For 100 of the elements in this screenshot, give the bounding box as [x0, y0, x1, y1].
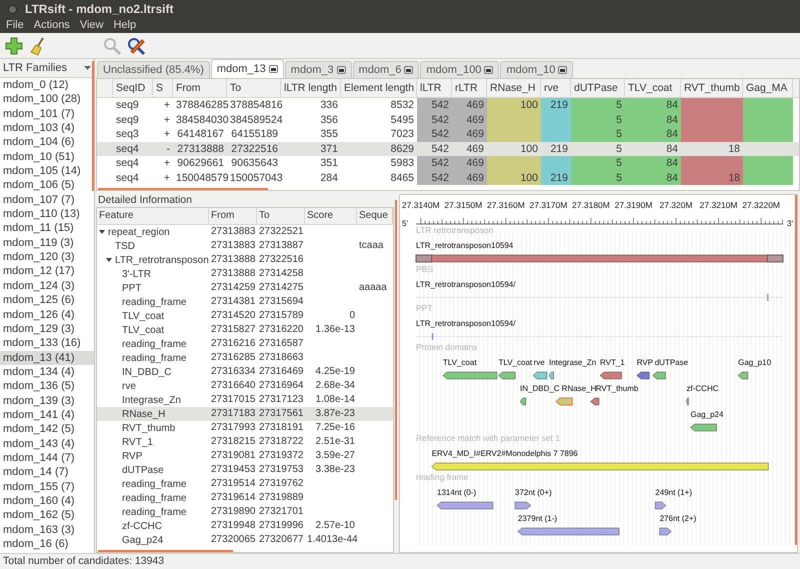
dropdown-icon[interactable]: [84, 66, 91, 70]
sidebar-item[interactable]: mdom_162 (5): [0, 508, 94, 523]
column-header[interactable]: TLV_coat: [625, 79, 681, 97]
sidebar-item[interactable]: mdom_107 (7): [0, 192, 94, 208]
domain-arrow[interactable]: [498, 372, 516, 380]
scrollbar-indicator[interactable]: [795, 195, 797, 545]
sidebar-item[interactable]: mdom_119 (3): [0, 236, 94, 250]
scrollbar-indicator[interactable]: [92, 61, 94, 191]
sidebar-item[interactable]: mdom_136 (5): [0, 379, 94, 394]
sidebar-item[interactable]: mdom_126 (4): [0, 308, 94, 322]
tab[interactable]: mdom_13: [210, 59, 284, 78]
column-header[interactable]: lLTR: [417, 79, 452, 97]
menu-item[interactable]: Actions: [28, 18, 75, 33]
sidebar-item[interactable]: mdom_105 (14): [0, 164, 94, 178]
sidebar-item[interactable]: mdom_101 (7): [0, 106, 94, 122]
sidebar-item[interactable]: mdom_100 (28): [0, 92, 94, 107]
sidebar-item[interactable]: mdom_16 (6): [0, 537, 94, 552]
domain-arrow[interactable]: [548, 372, 554, 380]
close-icon[interactable]: [336, 66, 346, 74]
column-header[interactable]: From: [173, 79, 227, 97]
close-icon[interactable]: [484, 66, 494, 74]
tab[interactable]: mdom_10: [500, 61, 574, 78]
tab[interactable]: Unclassified (85.4%): [97, 61, 210, 78]
domain-arrow[interactable]: [636, 372, 650, 380]
sidebar-item[interactable]: mdom_141 (4): [0, 408, 94, 422]
column-header[interactable]: rLTR: [452, 79, 487, 97]
domain-arrow[interactable]: [600, 372, 622, 380]
feature-label: Gag_p10: [738, 358, 772, 367]
tab[interactable]: mdom_3: [284, 61, 352, 78]
menu-item[interactable]: File: [1, 18, 29, 33]
table-cell: 27313883: [211, 240, 256, 251]
expander-icon[interactable]: [99, 229, 105, 235]
column-header[interactable]: RNase_H: [487, 79, 541, 97]
table-cell: 542: [417, 98, 452, 112]
table-cell: +: [164, 157, 170, 169]
sidebar-item[interactable]: mdom_143 (4): [0, 436, 94, 451]
column-header[interactable]: From: [209, 208, 257, 224]
column-header[interactable]: To: [257, 208, 305, 224]
sidebar-item[interactable]: mdom_144 (7): [0, 450, 94, 466]
domain-arrow[interactable]: [690, 424, 717, 432]
menu-item[interactable]: View: [74, 18, 108, 33]
column-header[interactable]: S: [153, 79, 173, 97]
domain-arrow[interactable]: [590, 398, 600, 406]
table-row[interactable]: seq4 - 27313888 27322516 371 8629 542 469 100 219 5 84 18: [97, 142, 799, 156]
sidebar-item[interactable]: mdom_10 (51): [0, 150, 94, 164]
sidebar-item[interactable]: mdom_163 (3): [0, 522, 94, 537]
sidebar-item[interactable]: mdom_124 (3): [0, 278, 94, 294]
ruler-label: 27.3140M: [402, 200, 440, 210]
column-header[interactable]: dUTPase: [571, 79, 625, 97]
close-icon[interactable]: [268, 65, 278, 73]
sidebar-item[interactable]: mdom_125 (6): [0, 293, 94, 308]
tab[interactable]: mdom_6: [352, 61, 420, 78]
scrollbar-indicator[interactable]: [395, 200, 397, 500]
scrollbar-indicator[interactable]: [98, 188, 268, 190]
column-header[interactable]: RVT_thumb: [681, 79, 743, 97]
toolbar-button[interactable]: [3, 34, 25, 56]
sidebar-item[interactable]: mdom_155 (7): [0, 480, 94, 494]
expander-icon[interactable]: [106, 257, 112, 263]
tab[interactable]: mdom_100: [420, 61, 500, 78]
sidebar-item[interactable]: mdom_103 (4): [0, 121, 94, 136]
domain-arrow[interactable]: [652, 372, 666, 380]
reading-frame-arrow[interactable]: [655, 502, 666, 510]
sidebar-item[interactable]: mdom_133 (16): [0, 336, 94, 351]
sidebar-item[interactable]: mdom_134 (4): [0, 364, 94, 380]
sidebar-item[interactable]: mdom_11 (15): [0, 221, 94, 236]
column-header[interactable]: To: [227, 79, 281, 97]
sidebar-item[interactable]: mdom_110 (13): [0, 207, 94, 222]
scrollbar-indicator[interactable]: [98, 550, 233, 552]
sidebar-item[interactable]: mdom_129 (3): [0, 322, 94, 336]
domain-arrow[interactable]: [520, 398, 526, 406]
menu-item[interactable]: Help: [108, 18, 142, 33]
reading-frame-arrow[interactable]: [514, 502, 532, 510]
close-icon[interactable]: [404, 66, 414, 74]
tree-row[interactable]: RNase_H 27317183 27317561 3.87e-23: [97, 407, 393, 421]
sidebar-item[interactable]: mdom_139 (3): [0, 394, 94, 408]
table-cell: 27316964: [259, 380, 304, 391]
sidebar-item[interactable]: mdom_120 (3): [0, 250, 94, 264]
sidebar-item[interactable]: mdom_160 (4): [0, 494, 94, 508]
domain-arrow[interactable]: [686, 398, 689, 406]
reading-frame-arrow[interactable]: [436, 502, 494, 510]
reading-frame-arrow[interactable]: [659, 528, 672, 536]
column-header[interactable]: SeqID: [113, 79, 153, 97]
sidebar-item[interactable]: mdom_0 (12): [0, 78, 94, 92]
sidebar-item[interactable]: mdom_106 (5): [0, 178, 94, 193]
column-header[interactable]: lLTR length: [281, 79, 341, 97]
domain-arrow[interactable]: [738, 372, 748, 380]
column-header[interactable]: Gag_MA: [743, 79, 793, 97]
domain-arrow[interactable]: [555, 398, 573, 406]
sidebar-item[interactable]: mdom_12 (17): [0, 264, 94, 279]
column-header[interactable]: Feature: [97, 208, 209, 224]
column-header[interactable]: rve: [541, 79, 571, 97]
column-header[interactable]: Score: [305, 208, 357, 224]
sidebar-item[interactable]: mdom_142 (5): [0, 422, 94, 437]
table-cell: 84: [625, 170, 681, 185]
sidebar-item[interactable]: mdom_13 (41): [0, 350, 94, 365]
column-header[interactable]: Element length: [341, 79, 417, 97]
sidebar-item[interactable]: mdom_14 (7): [0, 465, 94, 480]
close-icon[interactable]: [558, 66, 568, 74]
column-header[interactable]: Seque: [357, 208, 393, 224]
sidebar-item[interactable]: mdom_104 (6): [0, 135, 94, 150]
